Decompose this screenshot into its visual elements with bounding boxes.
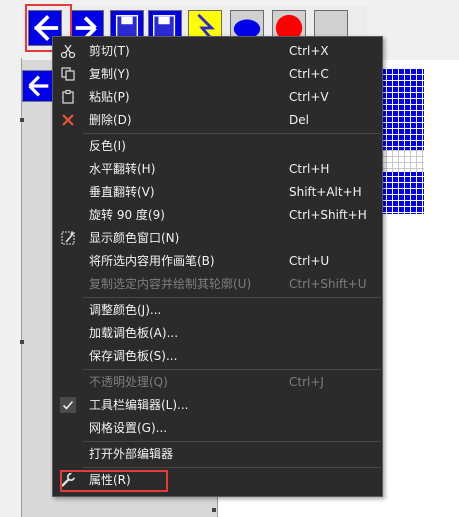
pixel-grid-white-band [380,150,424,172]
menu-item-flip-vertical[interactable]: 垂直翻转(V) Shift+Alt+H [53,181,382,203]
checkmark-icon [60,397,76,413]
resize-handle[interactable] [212,508,216,512]
menu-label: 复制(Y) [89,67,130,81]
menu-item-rotate-90[interactable]: 旋转 90 度(9) Ctrl+Shift+H [53,204,382,226]
left-arrow-icon [28,75,49,97]
menu-label: 打开外部编辑器 [89,447,174,461]
menu-item-load-palette[interactable]: 加载调色板(A)... [53,322,382,344]
preview-left-arrow[interactable] [22,70,54,102]
menu-item-paste[interactable]: 粘贴(P) Ctrl+V [53,86,382,108]
menu-label: 删除(D) [89,113,132,127]
menu-shortcut: Ctrl+U [289,254,330,268]
menu-shortcut: Ctrl+V [289,90,329,104]
menu-item-grid-settings[interactable]: 网格设置(G)... [53,417,382,439]
menu-shortcut: Ctrl+C [289,67,329,81]
menu-item-invert[interactable]: 反色(I) [53,135,382,157]
left-gutter [0,58,22,517]
menu-separator [83,133,381,134]
menu-item-adjust-colors[interactable]: 调整颜色(J)... [53,299,382,321]
resize-handle[interactable] [20,340,24,344]
menu-separator [83,467,381,468]
properties-highlight [60,470,168,492]
menu-item-copy-and-outline[interactable]: 复制选定内容并绘制其轮廓(U) Ctrl+Shift+U [53,273,382,295]
menu-separator [83,297,381,298]
menu-label: 剪切(T) [89,44,130,58]
menu-label: 垂直翻转(V) [89,185,155,199]
menu-shortcut: Ctrl+Shift+H [289,208,367,222]
menu-item-delete[interactable]: 删除(D) Del [53,109,382,131]
menu-shortcut: Del [289,113,309,127]
menu-label: 工具栏编辑器(L)... [89,398,189,412]
menu-item-toolbar-editor[interactable]: 工具栏编辑器(L)... [53,394,382,416]
menu-separator [83,441,381,442]
delete-icon [62,114,74,126]
menu-label: 加载调色板(A)... [89,326,179,340]
menu-shortcut: Ctrl+Shift+U [289,277,367,291]
menu-item-show-color-window[interactable]: 显示颜色窗口(N) [53,227,382,249]
menu-label: 粘贴(P) [89,90,130,104]
menu-label: 调整颜色(J)... [89,303,162,317]
menu-item-flip-horizontal[interactable]: 水平翻转(H) Ctrl+H [53,158,382,180]
copy-icon [61,67,75,81]
menu-label: 保存调色板(S)... [89,349,178,363]
menu-shortcut: Ctrl+H [289,162,330,176]
menu-label: 不透明处理(Q) [89,375,168,389]
menu-label: 显示颜色窗口(N) [89,231,180,245]
menu-label: 复制选定内容并绘制其轮廓(U) [89,277,252,291]
menu-item-copy[interactable]: 复制(Y) Ctrl+C [53,63,382,85]
pixel-grid[interactable] [380,68,424,214]
context-menu: 剪切(T) Ctrl+X 复制(Y) Ctrl+C 粘贴(P) Ctrl+V 删… [52,36,383,497]
menu-shortcut: Shift+Alt+H [289,185,362,199]
menu-label: 将所选内容用作画笔(B) [89,254,215,268]
menu-item-open-external-editor[interactable]: 打开外部编辑器 [53,443,382,465]
menu-item-opacity[interactable]: 不透明处理(Q) Ctrl+J [53,371,382,393]
menu-item-save-palette[interactable]: 保存调色板(S)... [53,345,382,367]
menu-item-use-as-brush[interactable]: 将所选内容用作画笔(B) Ctrl+U [53,250,382,272]
menu-separator [83,369,381,370]
menu-item-cut[interactable]: 剪切(T) Ctrl+X [53,40,382,62]
menu-label: 水平翻转(H) [89,162,156,176]
resize-handle[interactable] [20,118,24,122]
paste-icon [62,89,74,104]
menu-shortcut: Ctrl+X [289,44,329,58]
menu-label: 网格设置(G)... [89,421,168,435]
cut-icon [60,44,76,59]
menu-shortcut: Ctrl+J [289,375,324,389]
color-window-icon [61,231,75,245]
menu-label: 旋转 90 度(9) [89,208,165,222]
menu-label: 反色(I) [89,139,126,153]
